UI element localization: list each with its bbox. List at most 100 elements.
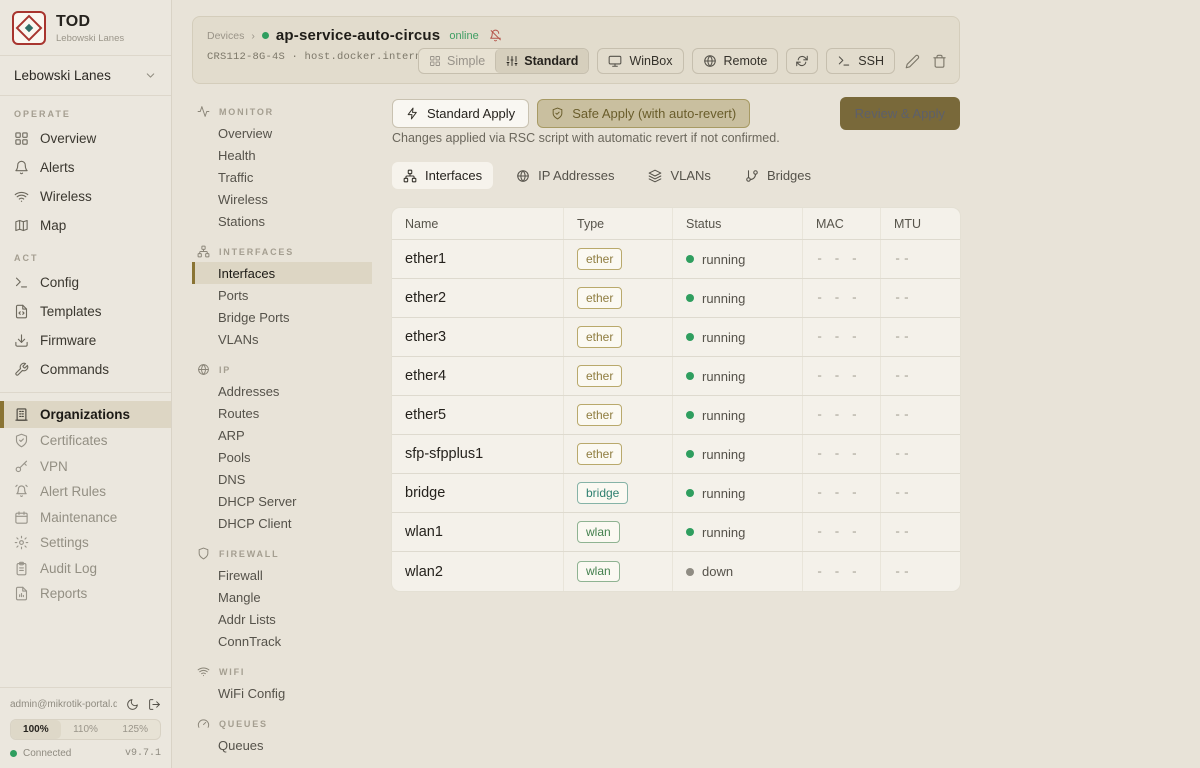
chevron-down-icon xyxy=(144,69,157,82)
sidebar-item-vpn[interactable]: VPN xyxy=(0,454,171,480)
activity-icon xyxy=(197,105,210,118)
sidebar-item-label: VPN xyxy=(40,459,68,474)
status-dot xyxy=(686,528,694,536)
sidebar-item-map[interactable]: Map xyxy=(0,211,171,240)
view-mode-segment: Simple Standard xyxy=(418,48,589,74)
zoom-125-button[interactable]: 125% xyxy=(110,720,160,739)
subnav-item-interfaces[interactable]: Interfaces xyxy=(192,262,372,284)
subnav-item-bridge-ports[interactable]: Bridge Ports xyxy=(197,306,372,328)
building-icon xyxy=(14,407,29,422)
tab-bridges[interactable]: Bridges xyxy=(734,162,822,189)
safe-apply-button[interactable]: Safe Apply (with auto-revert) xyxy=(537,99,750,128)
calendar-icon xyxy=(14,510,29,525)
sidebar-item-commands[interactable]: Commands xyxy=(0,355,171,384)
status-dot xyxy=(686,294,694,302)
tab-vlans[interactable]: VLANs xyxy=(637,162,721,189)
sidebar-item-wireless[interactable]: Wireless xyxy=(0,182,171,211)
subnav-item-dhcp-server[interactable]: DHCP Server xyxy=(197,490,372,512)
subnav-item-dhcp-client[interactable]: DHCP Client xyxy=(197,512,372,534)
tab-ip-addresses[interactable]: IP Addresses xyxy=(505,162,625,189)
pencil-icon xyxy=(905,54,920,69)
subnav-item-traffic[interactable]: Traffic xyxy=(197,166,372,188)
subnav-item-arp[interactable]: ARP xyxy=(197,424,372,446)
sidebar-item-audit-log[interactable]: Audit Log xyxy=(0,556,171,582)
sidebar-item-maintenance[interactable]: Maintenance xyxy=(0,505,171,531)
sidebar-item-overview[interactable]: Overview xyxy=(0,124,171,153)
table-row[interactable]: wlan2 wlan down - - - -- xyxy=(392,552,960,591)
breadcrumb-devices[interactable]: Devices xyxy=(207,30,244,42)
winbox-button[interactable]: WinBox xyxy=(597,48,683,74)
type-badge: wlan xyxy=(577,521,620,542)
sidebar-item-label: Templates xyxy=(40,304,102,319)
sidebar-item-certificates[interactable]: Certificates xyxy=(0,428,171,454)
table-row[interactable]: bridge bridge running - - - -- xyxy=(392,474,960,513)
terminal-icon xyxy=(14,275,29,290)
subnav-item-pools[interactable]: Pools xyxy=(197,446,372,468)
subnav-item-wifi-config[interactable]: WiFi Config xyxy=(197,682,372,704)
table-row[interactable]: wlan1 wlan running - - - -- xyxy=(392,513,960,552)
sidebar-item-firmware[interactable]: Firmware xyxy=(0,326,171,355)
sidebar-item-label: Config xyxy=(40,275,79,290)
table-row[interactable]: sfp-sfpplus1 ether running - - - -- xyxy=(392,435,960,474)
bolt-icon xyxy=(406,107,419,120)
subnav-item-mangle[interactable]: Mangle xyxy=(197,586,372,608)
device-state-badge: online xyxy=(449,30,478,42)
delete-device-button[interactable] xyxy=(930,52,949,71)
table-row[interactable]: ether2 ether running - - - -- xyxy=(392,279,960,318)
subnav-item-queues[interactable]: Queues xyxy=(197,734,372,756)
edit-device-button[interactable] xyxy=(903,52,922,71)
sidebar-item-label: Audit Log xyxy=(40,561,97,576)
subnav-item-dns[interactable]: DNS xyxy=(197,468,372,490)
table-row[interactable]: ether3 ether running - - - -- xyxy=(392,318,960,357)
type-badge: ether xyxy=(577,443,622,464)
review-apply-button[interactable]: Review & Apply xyxy=(840,97,960,130)
brand: TOD Lebowski Lanes xyxy=(0,0,171,56)
apply-toolbar: Standard Apply Safe Apply (with auto-rev… xyxy=(392,97,960,130)
table-row[interactable]: ether4 ether running - - - -- xyxy=(392,357,960,396)
view-standard-button[interactable]: Standard xyxy=(495,49,588,73)
view-simple-button[interactable]: Simple xyxy=(419,49,495,73)
sidebar-item-config[interactable]: Config xyxy=(0,268,171,297)
workspace-selector[interactable]: Lebowski Lanes xyxy=(0,56,171,96)
shield-check-icon xyxy=(14,433,29,448)
sidebar-item-reports[interactable]: Reports xyxy=(0,581,171,607)
subnav-item-stations[interactable]: Stations xyxy=(197,210,372,232)
standard-apply-button[interactable]: Standard Apply xyxy=(392,99,529,128)
subnav-item-health[interactable]: Health xyxy=(197,144,372,166)
subnav-item-firewall[interactable]: Firewall xyxy=(197,564,372,586)
file-code-icon xyxy=(14,304,29,319)
zoom-100-button[interactable]: 100% xyxy=(11,720,61,739)
sidebar-item-organizations[interactable]: Organizations xyxy=(0,401,171,428)
remote-button[interactable]: Remote xyxy=(692,48,779,74)
primary-sidebar: TOD Lebowski Lanes Lebowski Lanes OPERAT… xyxy=(0,0,172,768)
table-row[interactable]: ether1 ether running - - - -- xyxy=(392,240,960,279)
zoom-110-button[interactable]: 110% xyxy=(61,720,111,739)
sidebar-item-templates[interactable]: Templates xyxy=(0,297,171,326)
ssh-button[interactable]: SSH xyxy=(826,48,895,74)
gear-icon xyxy=(14,535,29,550)
subnav-item-conntrack[interactable]: ConnTrack xyxy=(197,630,372,652)
subnav-item-vlans[interactable]: VLANs xyxy=(197,328,372,350)
brand-subtitle: Lebowski Lanes xyxy=(56,33,124,44)
subnav-item-overview[interactable]: Overview xyxy=(197,122,372,144)
table-row[interactable]: ether5 ether running - - - -- xyxy=(392,396,960,435)
sidebar-item-alert-rules[interactable]: Alert Rules xyxy=(0,479,171,505)
tab-interfaces[interactable]: Interfaces xyxy=(392,162,493,189)
device-subnav: MONITOR Overview Health Traffic Wireless… xyxy=(197,92,372,768)
sidebar-item-alerts[interactable]: Alerts xyxy=(0,153,171,182)
grid-icon xyxy=(429,55,441,67)
sidebar-item-settings[interactable]: Settings xyxy=(0,530,171,556)
refresh-button[interactable] xyxy=(786,48,818,74)
subnav-item-wireless[interactable]: Wireless xyxy=(197,188,372,210)
sidebar-item-label: Alerts xyxy=(40,160,75,175)
subnav-item-addresses[interactable]: Addresses xyxy=(197,380,372,402)
terminal-icon xyxy=(837,54,851,68)
subnav-item-ports[interactable]: Ports xyxy=(197,284,372,306)
layers-icon xyxy=(648,169,662,183)
theme-toggle[interactable] xyxy=(126,698,139,711)
logout-button[interactable] xyxy=(148,698,161,711)
notifications-muted-button[interactable] xyxy=(489,29,502,42)
subnav-item-routes[interactable]: Routes xyxy=(197,402,372,424)
subnav-item-addr-lists[interactable]: Addr Lists xyxy=(197,608,372,630)
type-badge: ether xyxy=(577,326,622,347)
